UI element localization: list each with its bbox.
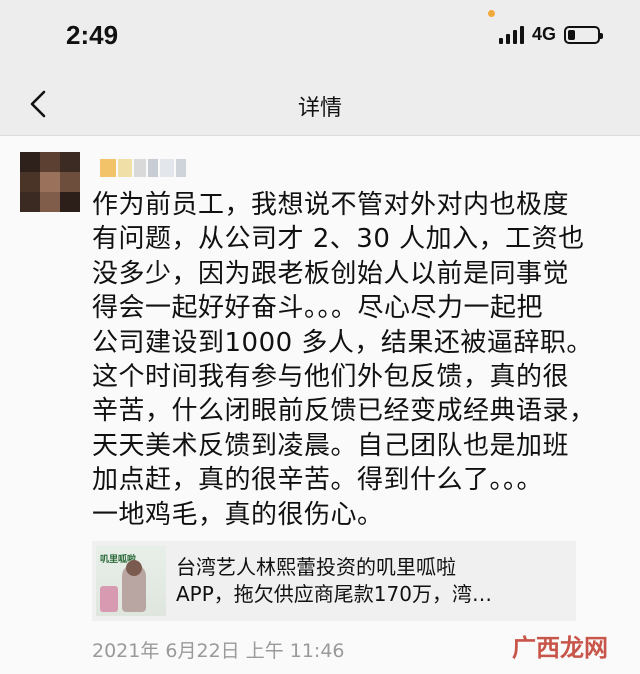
comment-line: 公司建设到1000 多人，结果还被逼辞职。	[92, 327, 593, 358]
comment-line: 得会一起好好奋斗。。。尽心尽力一起把	[92, 293, 544, 324]
status-indicator-dot	[488, 10, 495, 17]
comment-line: 有问题，从公司才 2、30 人加入，工资也	[92, 224, 585, 255]
comment-line: 作为前员工，我想说不管对外对内也极度	[92, 190, 570, 220]
avatar[interactable]	[20, 152, 80, 212]
article-title-line: APP，拖欠供应商尾款170万，湾…	[176, 582, 492, 606]
comment-line: 这个时间我有参与他们外包反馈，真的很	[92, 362, 570, 393]
signal-icon	[498, 25, 524, 44]
status-icons: 4G	[498, 24, 603, 45]
comment-line: 没多少，因为跟老板创始人以前是同事觉	[92, 258, 570, 289]
page-title: 详情	[297, 96, 342, 121]
comment-line: 加点赶，真的很辛苦。得到什么了。。。	[92, 465, 544, 496]
comment-line: 辛苦，什么闭眼前反馈已经变成经典语录，	[92, 396, 596, 427]
comment-text: 作为前员工，我想说不管对外对内也极度 有问题，从公司才 2、30 人加入，工资也…	[92, 188, 632, 532]
article-title: 台湾艺人林熙蕾投资的叽里呱啦 APP，拖欠供应商尾款170万，湾…	[176, 554, 492, 608]
site-watermark: 广西龙网	[512, 628, 608, 663]
shared-article-card[interactable]: 叽里呱啦 台湾艺人林熙蕾投资的叽里呱啦 APP，拖欠供应商尾款170万，湾…	[92, 541, 576, 621]
article-thumbnail: 叽里呱啦	[96, 546, 166, 616]
battery-icon	[564, 25, 603, 44]
article-title-line: 台湾艺人林熙蕾投资的叽里呱啦	[176, 555, 456, 579]
comment-line: 一地鸡毛，真的很伤心。	[92, 499, 384, 530]
post-timestamp: 2021年 6月22日 上午 11:46	[92, 640, 345, 662]
status-bar: 2:49 4G	[0, 0, 640, 72]
comment-line: 天天美术反馈到凌晨。自己团队也是加班	[92, 430, 570, 461]
watermark-text: 广西龙网	[512, 634, 608, 662]
nav-bar: 详情	[0, 72, 640, 136]
comment-detail: 作为前员工，我想说不管对外对内也极度 有问题，从公司才 2、30 人加入，工资也…	[0, 136, 640, 674]
network-type: 4G	[531, 24, 556, 44]
username-blurred	[100, 154, 200, 182]
status-time: 2:49	[66, 20, 119, 50]
